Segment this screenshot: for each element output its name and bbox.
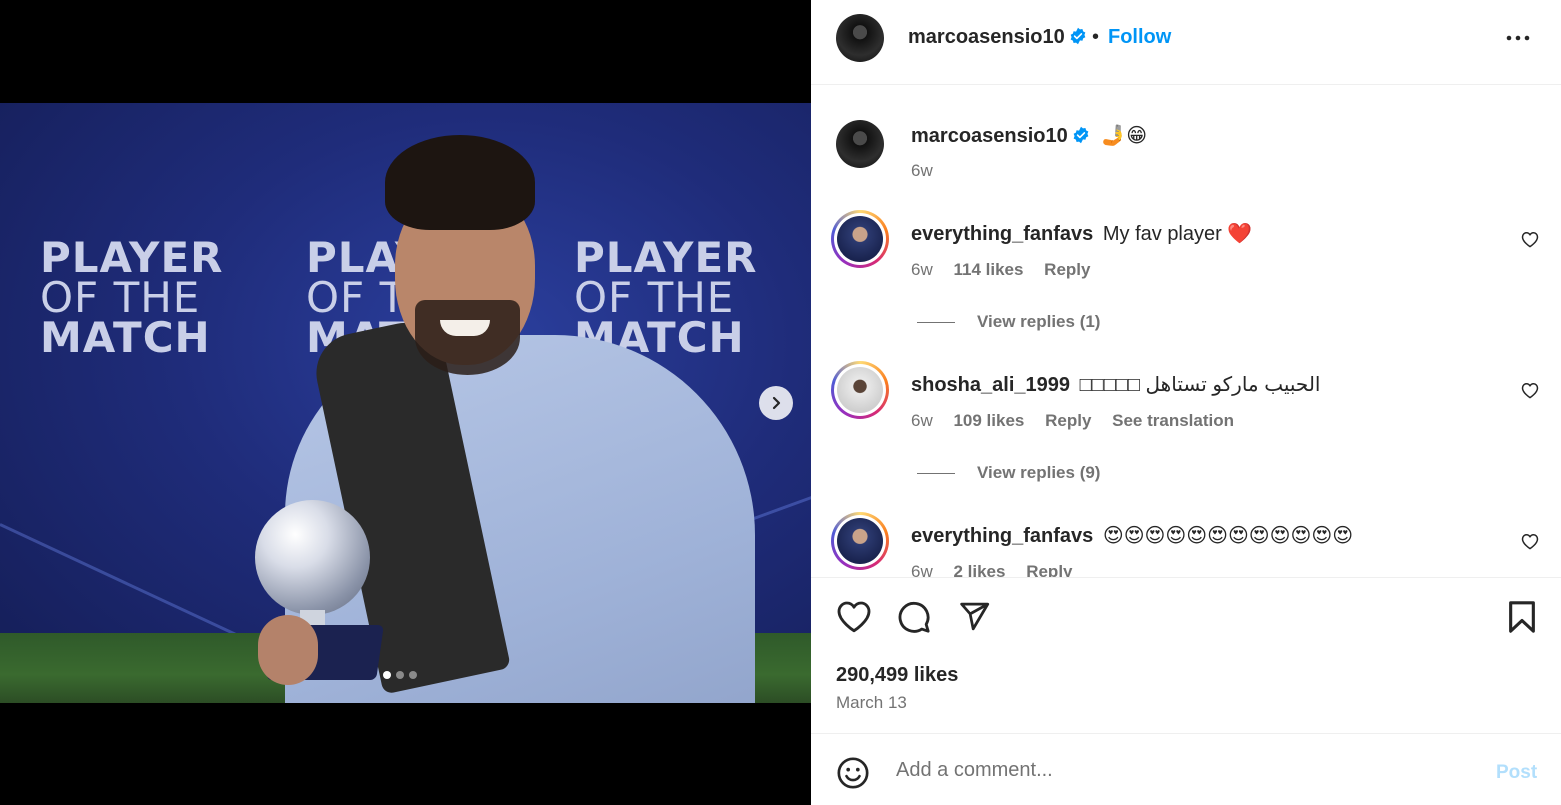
- banner-line: OF THE: [574, 273, 735, 322]
- emoji-icon[interactable]: [836, 756, 870, 790]
- comment-input[interactable]: [896, 754, 1476, 786]
- next-arrow-icon: [772, 396, 781, 410]
- caption-username[interactable]: marcoasensio10: [911, 125, 1068, 147]
- bookmark-icon[interactable]: [1507, 600, 1537, 634]
- caption-time[interactable]: 6w: [911, 161, 933, 180]
- comment-likes[interactable]: 109 likes: [953, 411, 1024, 430]
- post-photo[interactable]: PLAYER OF THE MATCH PLAYER OF THE MATCH …: [0, 103, 811, 703]
- banner-line: PLAYER: [574, 233, 758, 282]
- trophy-ball: [255, 500, 370, 615]
- comment-icon[interactable]: [897, 600, 931, 634]
- view-replies-button[interactable]: View replies (9): [977, 463, 1100, 483]
- caption-text: 🤳😁: [1101, 125, 1148, 147]
- comment-meta: 6w 114 likes Reply: [911, 260, 1106, 280]
- author-username-text[interactable]: marcoasensio10: [908, 26, 1065, 48]
- player-beard: [415, 300, 520, 375]
- comment: everything_fanfavs 😍😍😍😍😍😍😍😍😍😍😍😍: [911, 523, 1353, 548]
- player-hair: [385, 135, 535, 230]
- share-icon[interactable]: [957, 600, 991, 633]
- media-panel: PLAYER OF THE MATCH PLAYER OF THE MATCH …: [0, 0, 811, 805]
- comment-username[interactable]: shosha_ali_1999: [911, 374, 1070, 396]
- replies-divider: [917, 473, 955, 474]
- caption: marcoasensio10 🤳😁: [911, 123, 1147, 148]
- slide-indicator: [383, 671, 417, 679]
- comment: everything_fanfavs My fav player ❤️: [911, 221, 1252, 246]
- reply-button[interactable]: Reply: [1045, 411, 1091, 430]
- post-comment-button[interactable]: Post: [1496, 762, 1537, 784]
- likes-count[interactable]: 290,499 likes: [836, 664, 958, 687]
- caption-avatar[interactable]: [836, 120, 884, 168]
- comment-like-icon[interactable]: [1521, 382, 1539, 399]
- caption-meta: 6w: [911, 161, 933, 181]
- post-actions: 290,499 likes March 13: [811, 577, 1561, 734]
- comment-time[interactable]: 6w: [911, 411, 933, 430]
- verified-badge-icon: [1069, 27, 1087, 45]
- comment-username[interactable]: everything_fanfavs: [911, 525, 1093, 547]
- heart-icon[interactable]: [836, 600, 872, 633]
- next-slide-button[interactable]: [759, 386, 793, 420]
- comment-like-icon[interactable]: [1521, 533, 1539, 550]
- banner-line: MATCH: [40, 313, 211, 362]
- banner-line: PLAYER: [40, 233, 224, 282]
- comment-likes[interactable]: 114 likes: [953, 260, 1023, 279]
- slide-dot: [396, 671, 404, 679]
- reply-button[interactable]: Reply: [1026, 562, 1072, 577]
- reply-button[interactable]: Reply: [1044, 260, 1090, 279]
- comment-like-icon[interactable]: [1521, 231, 1539, 248]
- post-side-panel: marcoasensio10 • Follow marcoasensio10 🤳…: [811, 0, 1561, 805]
- commenter-avatar[interactable]: [831, 512, 889, 570]
- comment-text: 😍😍😍😍😍😍😍😍😍😍😍😍: [1102, 525, 1354, 547]
- banner-line: OF THE: [40, 273, 201, 322]
- slide-dot: [409, 671, 417, 679]
- potm-banner: PLAYER OF THE MATCH: [40, 233, 224, 362]
- separator-dot: •: [1092, 26, 1100, 48]
- comment-text: ⁣□□□□□ الحبيب ماركو تستاهل: [1079, 374, 1321, 396]
- view-replies-button[interactable]: View replies (1): [977, 312, 1100, 332]
- slide-dot: [383, 671, 391, 679]
- author-avatar[interactable]: [836, 14, 884, 62]
- comment-time[interactable]: 6w: [911, 562, 933, 577]
- comment: shosha_ali_1999 ⁣□□□□□ الحبيب ماركو تستا…: [911, 372, 1320, 397]
- comment-composer: Post: [811, 734, 1561, 805]
- author-username[interactable]: marcoasensio10: [908, 26, 1087, 49]
- commenter-avatar[interactable]: [831, 210, 889, 268]
- player-hand: [258, 615, 318, 685]
- commenter-avatar[interactable]: [831, 361, 889, 419]
- follow-button[interactable]: Follow: [1108, 26, 1171, 49]
- comment-meta: 6w 109 likes Reply See translation: [911, 411, 1250, 431]
- background-streak: [0, 523, 237, 636]
- comments-list[interactable]: marcoasensio10 🤳😁 6w everything_fanfavs …: [811, 85, 1561, 577]
- see-translation-button[interactable]: See translation: [1112, 411, 1234, 430]
- comment-meta: 6w 2 likes Reply: [911, 562, 1089, 577]
- comment-time[interactable]: 6w: [911, 260, 933, 279]
- verified-badge-icon: [1072, 126, 1090, 144]
- comment-username[interactable]: everything_fanfavs: [911, 223, 1093, 245]
- replies-divider: [917, 322, 955, 323]
- post-header: marcoasensio10 • Follow: [811, 0, 1561, 85]
- comment-text: My fav player ❤️: [1102, 223, 1253, 245]
- post-date[interactable]: March 13: [836, 693, 907, 713]
- more-options-icon[interactable]: [1505, 28, 1531, 48]
- comment-likes[interactable]: 2 likes: [953, 562, 1005, 577]
